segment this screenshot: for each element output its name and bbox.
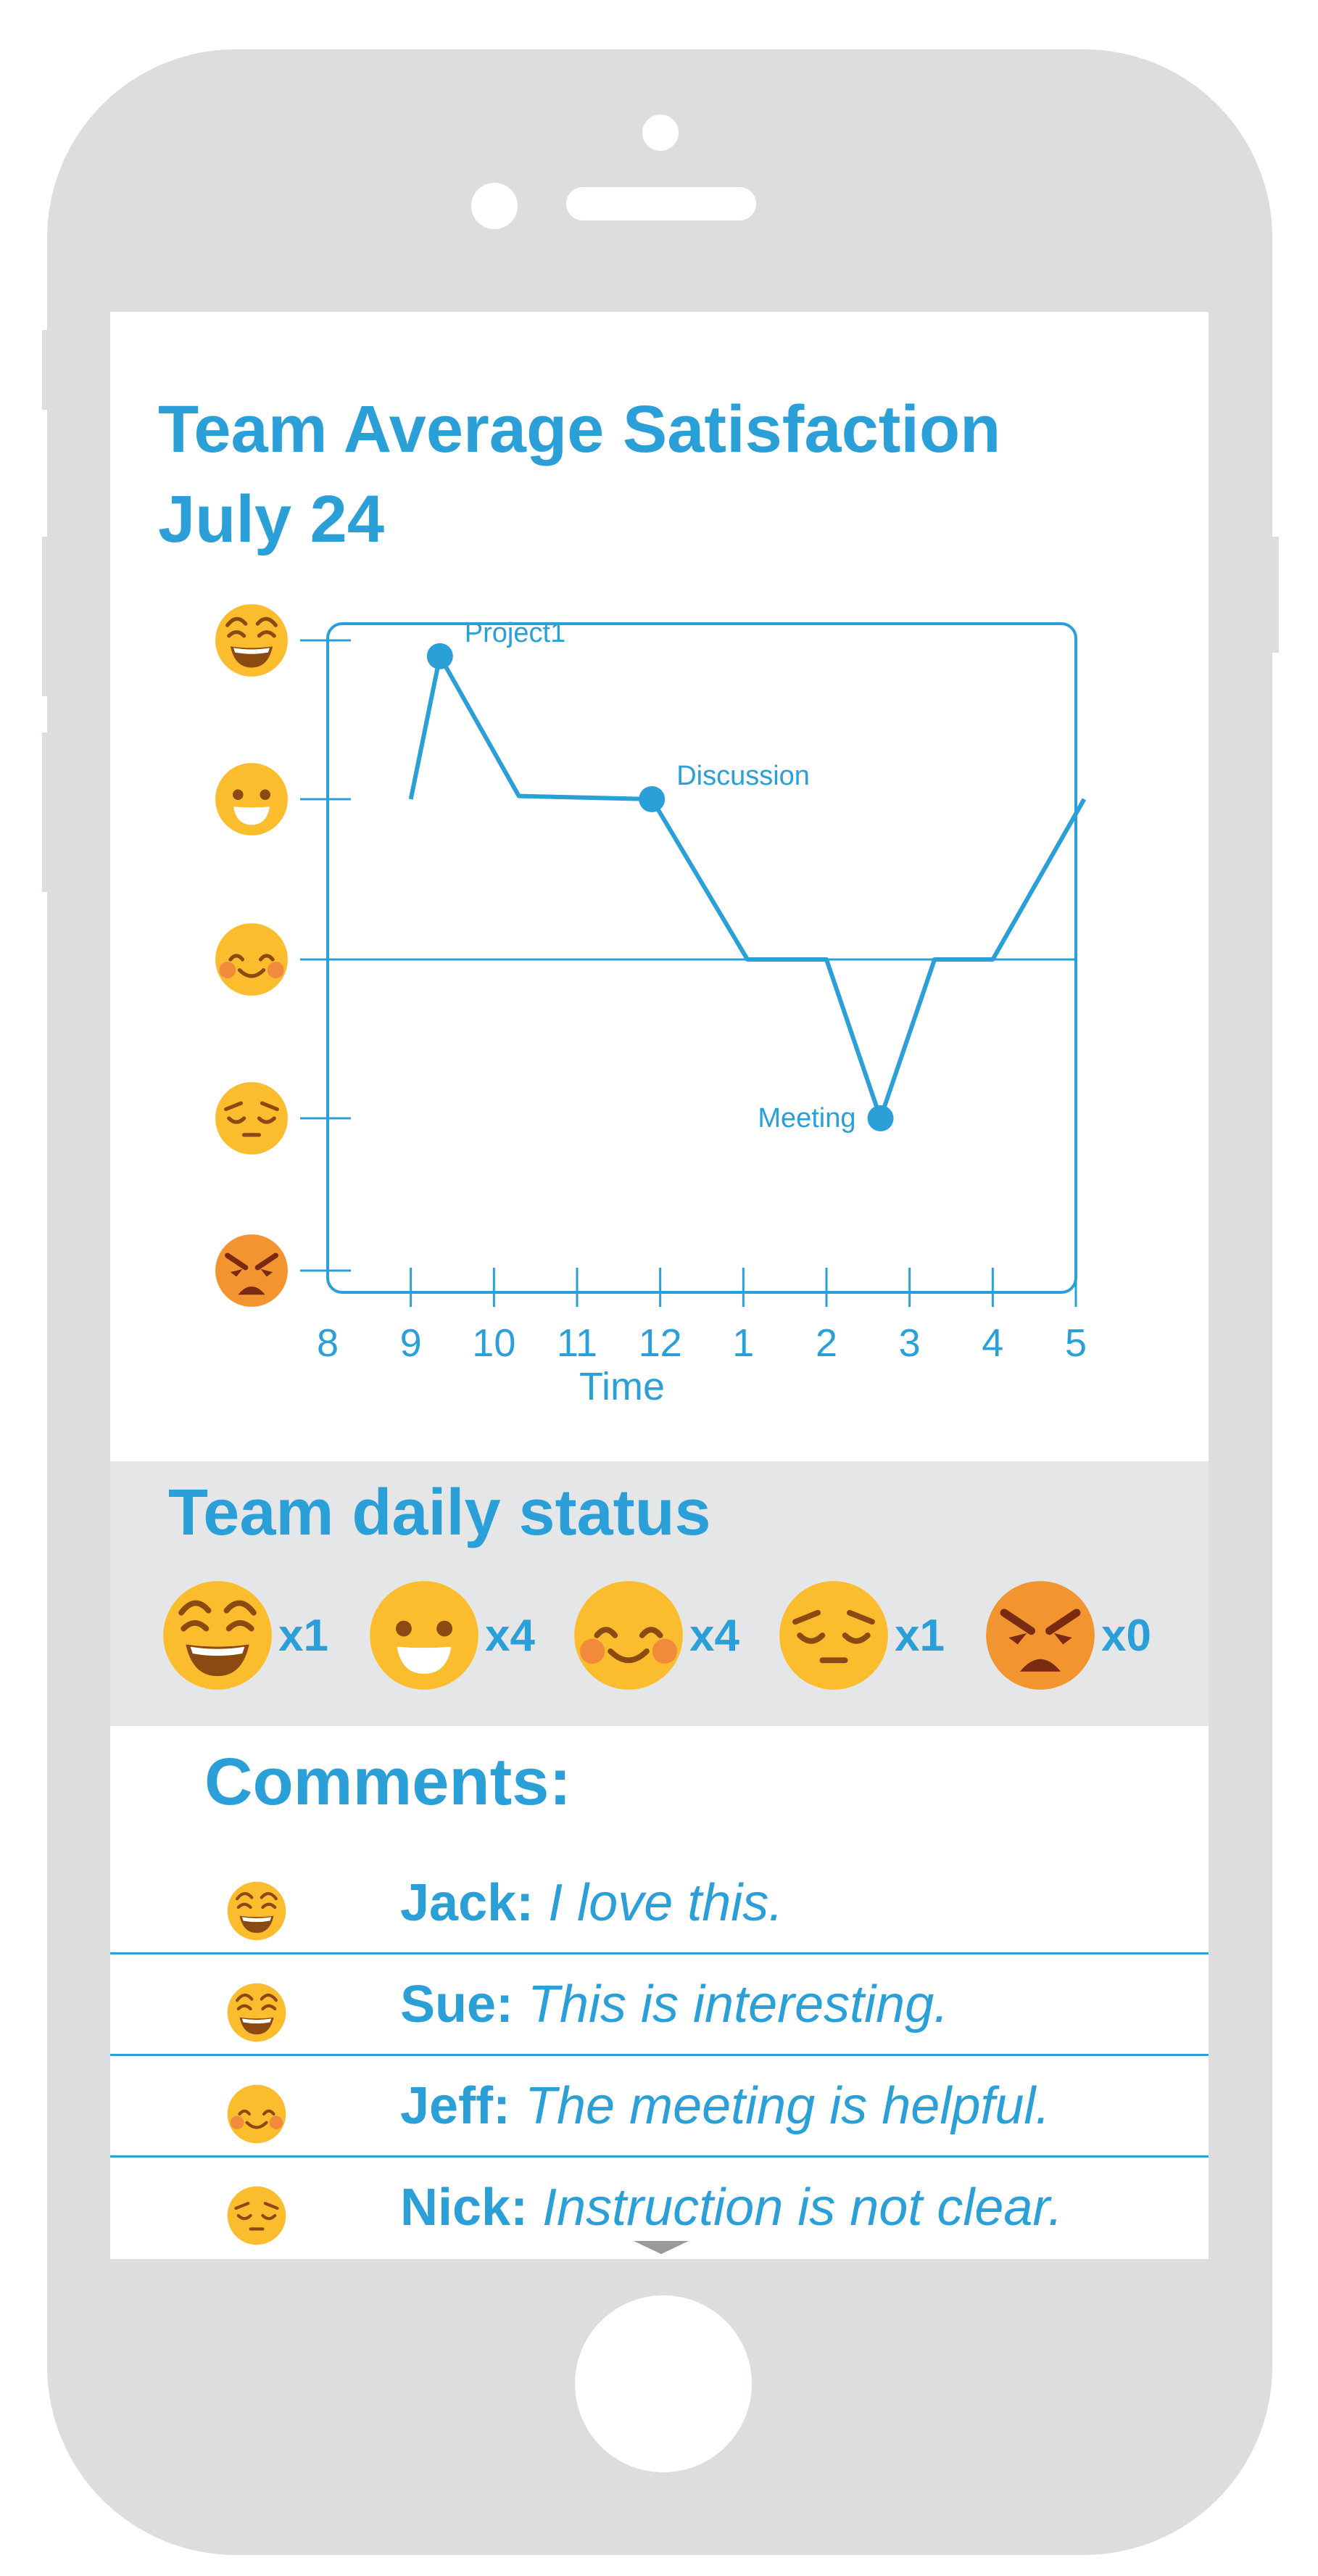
comment-text: Jack: I love this. [400, 1873, 783, 1933]
status-count: x4 [689, 1610, 739, 1661]
annotation-label: Discussion [676, 761, 810, 791]
front-camera [471, 183, 518, 229]
status-item: x1 [161, 1577, 328, 1693]
x-tick-label: 9 [400, 1321, 422, 1365]
comment-author: Nick: [400, 2179, 543, 2237]
mute-switch [42, 330, 52, 410]
status-item: x0 [984, 1577, 1151, 1693]
grinning-face-icon [163, 1581, 272, 1690]
satisfaction-line [408, 653, 1087, 1120]
x-tick-label: 4 [982, 1321, 1003, 1365]
power-button [1269, 537, 1279, 653]
pensive-face-icon [215, 1082, 288, 1155]
comment-row[interactable]: Sue: This is interesting. [110, 1954, 1209, 2056]
comment-text: Nick: Instruction is not clear. [400, 2178, 1063, 2237]
comment-row[interactable]: Jeff: The meeting is helpful. [110, 2056, 1209, 2158]
status-count: x0 [1101, 1610, 1151, 1661]
volume-up-button [42, 537, 52, 696]
status-item: x4 [368, 1577, 535, 1693]
x-tick-label: 2 [816, 1321, 837, 1365]
comment-message: This is interesting. [528, 1976, 949, 2034]
comments-title: Comments: [204, 1745, 572, 1819]
annotation-label: Project1 [465, 618, 565, 648]
grinning-face-icon [227, 1881, 286, 1941]
x-axis-label: Time [579, 1365, 665, 1408]
app-screen: Team Average Satisfaction July 24 8 9 10 11… [110, 312, 1209, 2259]
status-item: x4 [572, 1577, 739, 1693]
comment-message: Instruction is not clear. [542, 2179, 1063, 2237]
annotations: Project1 Discussion Meeting [426, 618, 894, 1134]
home-button[interactable] [575, 2295, 752, 2472]
comment-author: Sue: [400, 1976, 529, 2034]
y-axis-icons [215, 604, 288, 1307]
annotation-point[interactable] [867, 1105, 894, 1131]
satisfaction-chart: 8 9 10 11 12 1 2 3 4 5 Project1DiscussionMeeting … [215, 604, 1087, 1408]
scroll-down-indicator[interactable] [634, 2241, 689, 2254]
annotation-point[interactable] [639, 786, 666, 812]
comment-avatar [226, 1881, 287, 1944]
comment-author: Jeff: [400, 2077, 526, 2135]
x-tick-label: 5 [1065, 1321, 1087, 1365]
team-status-panel: Team daily status x1 x4 x4 x1 x0 [110, 1461, 1209, 1726]
x-axis-ticks: 8 9 10 11 12 1 2 3 4 5 [317, 1268, 1087, 1365]
comment-avatar [226, 2084, 287, 2147]
grinning-face-icon [215, 604, 288, 677]
angry-face-icon [215, 1234, 288, 1307]
status-count: x4 [485, 1610, 535, 1661]
smiling-face-icon [370, 1581, 478, 1690]
blushing-face-icon [227, 2084, 286, 2144]
comment-text: Jeff: The meeting is helpful. [400, 2076, 1050, 2136]
status-count: x1 [278, 1610, 328, 1661]
proximity-sensor [642, 115, 679, 151]
comment-text: Sue: This is interesting. [400, 1975, 948, 2034]
pensive-face-icon [779, 1581, 888, 1690]
comment-avatar [226, 2185, 287, 2249]
status-title: Team daily status [168, 1477, 711, 1549]
x-tick-label: 8 [317, 1321, 339, 1365]
earpiece-speaker [566, 187, 756, 220]
comment-row[interactable]: Jack: I love this. [110, 1853, 1209, 1954]
smiling-face-icon [215, 763, 288, 835]
x-tick-label: 3 [899, 1321, 921, 1365]
blushing-face-icon [574, 1581, 683, 1690]
comment-avatar [226, 1982, 287, 2046]
status-count: x1 [895, 1610, 945, 1661]
comment-message: The meeting is helpful. [525, 2077, 1050, 2135]
x-tick-label: 1 [732, 1321, 754, 1365]
x-tick-label: 10 [472, 1321, 515, 1365]
pensive-face-icon [227, 2186, 286, 2245]
annotation-label: Meeting [758, 1103, 855, 1134]
angry-face-icon [986, 1581, 1095, 1690]
volume-down-button [42, 732, 52, 892]
y-axis-ticks [300, 639, 351, 1272]
annotation-point[interactable] [426, 643, 453, 669]
series-line [408, 653, 1087, 1120]
x-tick-label: 11 [557, 1321, 597, 1365]
x-tick-label: 12 [639, 1321, 682, 1365]
comment-message: I love this. [548, 1874, 784, 1932]
comment-author: Jack: [400, 1874, 549, 1932]
status-item: x1 [777, 1577, 945, 1693]
grinning-face-icon [227, 1983, 286, 2042]
blushing-face-icon [215, 923, 288, 996]
